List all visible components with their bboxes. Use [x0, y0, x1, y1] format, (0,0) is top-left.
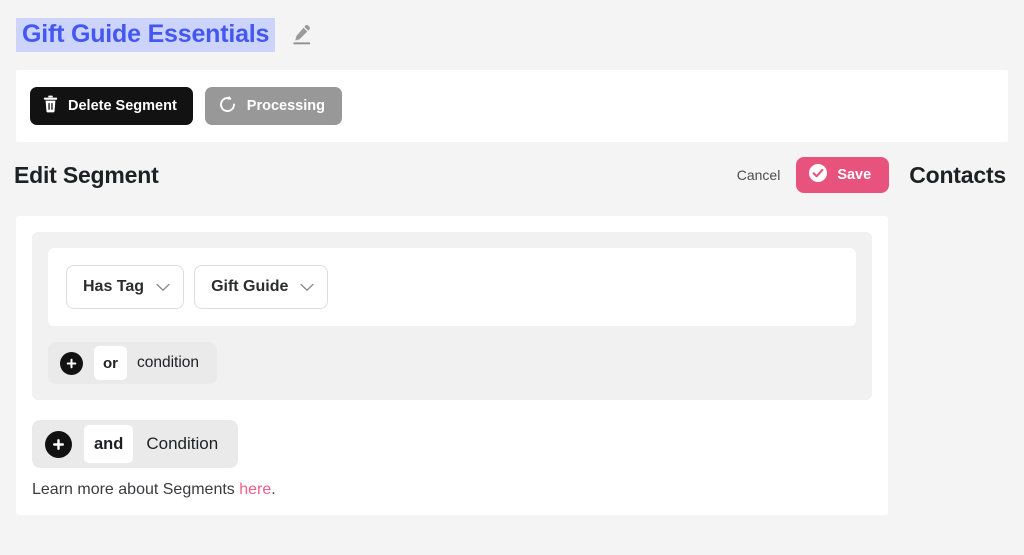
learn-more-text: Learn more about Segments here.: [32, 481, 872, 499]
edit-segment-header: Edit Segment Cancel Save Contacts: [0, 142, 1024, 208]
save-button[interactable]: Save: [796, 157, 890, 193]
title-bar: Gift Guide Essentials: [0, 0, 1024, 70]
segment-name-title[interactable]: Gift Guide Essentials: [16, 17, 276, 53]
trash-icon: [43, 95, 58, 117]
delete-segment-label: Delete Segment: [68, 98, 177, 114]
check-circle-icon: [808, 163, 828, 187]
add-and-condition-label: Condition: [146, 434, 219, 453]
processing-label: Processing: [246, 98, 325, 114]
learn-more-suffix: .: [271, 481, 276, 498]
learn-more-prefix: Learn more about Segments: [32, 481, 240, 498]
or-chip: or: [94, 346, 127, 380]
save-label: Save: [837, 167, 872, 183]
contacts-title: Contacts: [909, 161, 1006, 188]
condition-group: Has Tag Gift Guide or condition: [32, 232, 872, 400]
page-title: Edit Segment: [14, 161, 159, 188]
segment-builder-panel: Has Tag Gift Guide or condition and Cond…: [16, 216, 888, 515]
delete-segment-button[interactable]: Delete Segment: [30, 87, 193, 125]
condition-value-value: Gift Guide: [211, 278, 289, 295]
plus-circle-icon: [45, 430, 72, 458]
add-or-condition-label: condition: [137, 354, 200, 371]
segments-help-link[interactable]: here: [239, 481, 271, 498]
chevron-down-icon: [156, 283, 170, 292]
chevron-down-icon: [300, 283, 315, 292]
condition-operator-value: Has Tag: [83, 278, 145, 295]
condition-value-select[interactable]: Gift Guide: [194, 265, 329, 309]
add-and-condition-button[interactable]: and Condition: [32, 420, 239, 468]
segment-toolbar: Delete Segment Processing: [16, 70, 1008, 142]
refresh-spinner-icon: [217, 94, 238, 119]
cancel-button[interactable]: Cancel: [737, 167, 781, 183]
condition-operator-select[interactable]: Has Tag: [66, 265, 185, 309]
condition-row: Has Tag Gift Guide: [48, 248, 856, 326]
pencil-icon[interactable]: [289, 22, 313, 48]
plus-circle-icon: [60, 351, 83, 375]
processing-button[interactable]: Processing: [204, 87, 342, 125]
and-chip: and: [84, 425, 134, 463]
add-or-condition-button[interactable]: or condition: [48, 342, 218, 384]
